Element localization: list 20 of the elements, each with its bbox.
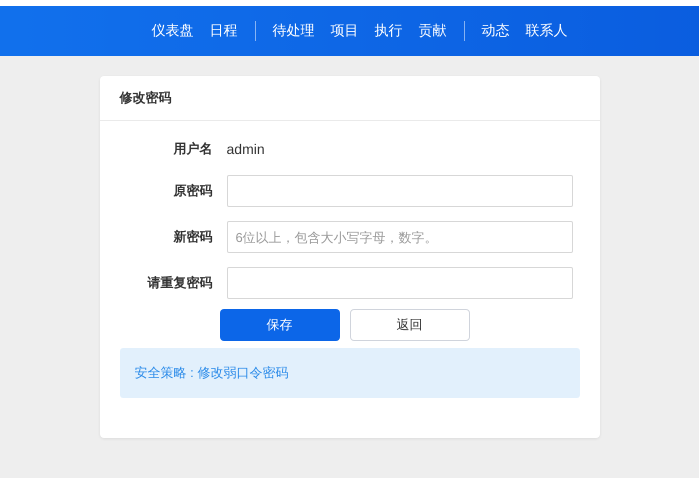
password-field[interactable]: 6位以上，包含大小写字母，数字。 bbox=[226, 221, 572, 253]
nav-link[interactable]: 日程 bbox=[210, 22, 238, 40]
password-field[interactable] bbox=[226, 175, 572, 207]
card-title: 修改密码 bbox=[120, 89, 172, 107]
field-label: 新密码 bbox=[172, 228, 214, 246]
nav-link[interactable]: 联系人 bbox=[526, 22, 568, 40]
back-button[interactable]: 返回 bbox=[350, 309, 470, 341]
nav-link[interactable]: 项目 bbox=[330, 22, 358, 40]
field-label: 用户名 bbox=[172, 140, 214, 158]
password-field[interactable] bbox=[226, 267, 572, 299]
field-label: 原密码 bbox=[172, 182, 214, 200]
nav-link[interactable]: 动态 bbox=[482, 22, 510, 40]
username-value: admin bbox=[226, 141, 265, 157]
nav-link[interactable]: 贡献 bbox=[418, 22, 446, 40]
nav-link[interactable]: 待处理 bbox=[272, 22, 314, 40]
field-label: 请重复密码 bbox=[146, 274, 214, 292]
nav-link[interactable]: 执行 bbox=[374, 22, 402, 40]
save-button[interactable]: 保存 bbox=[220, 309, 340, 341]
notice-text: 安全策略 : 修改弱口令密码 bbox=[134, 364, 288, 382]
nav-link[interactable]: 仪表盘 bbox=[152, 22, 194, 40]
